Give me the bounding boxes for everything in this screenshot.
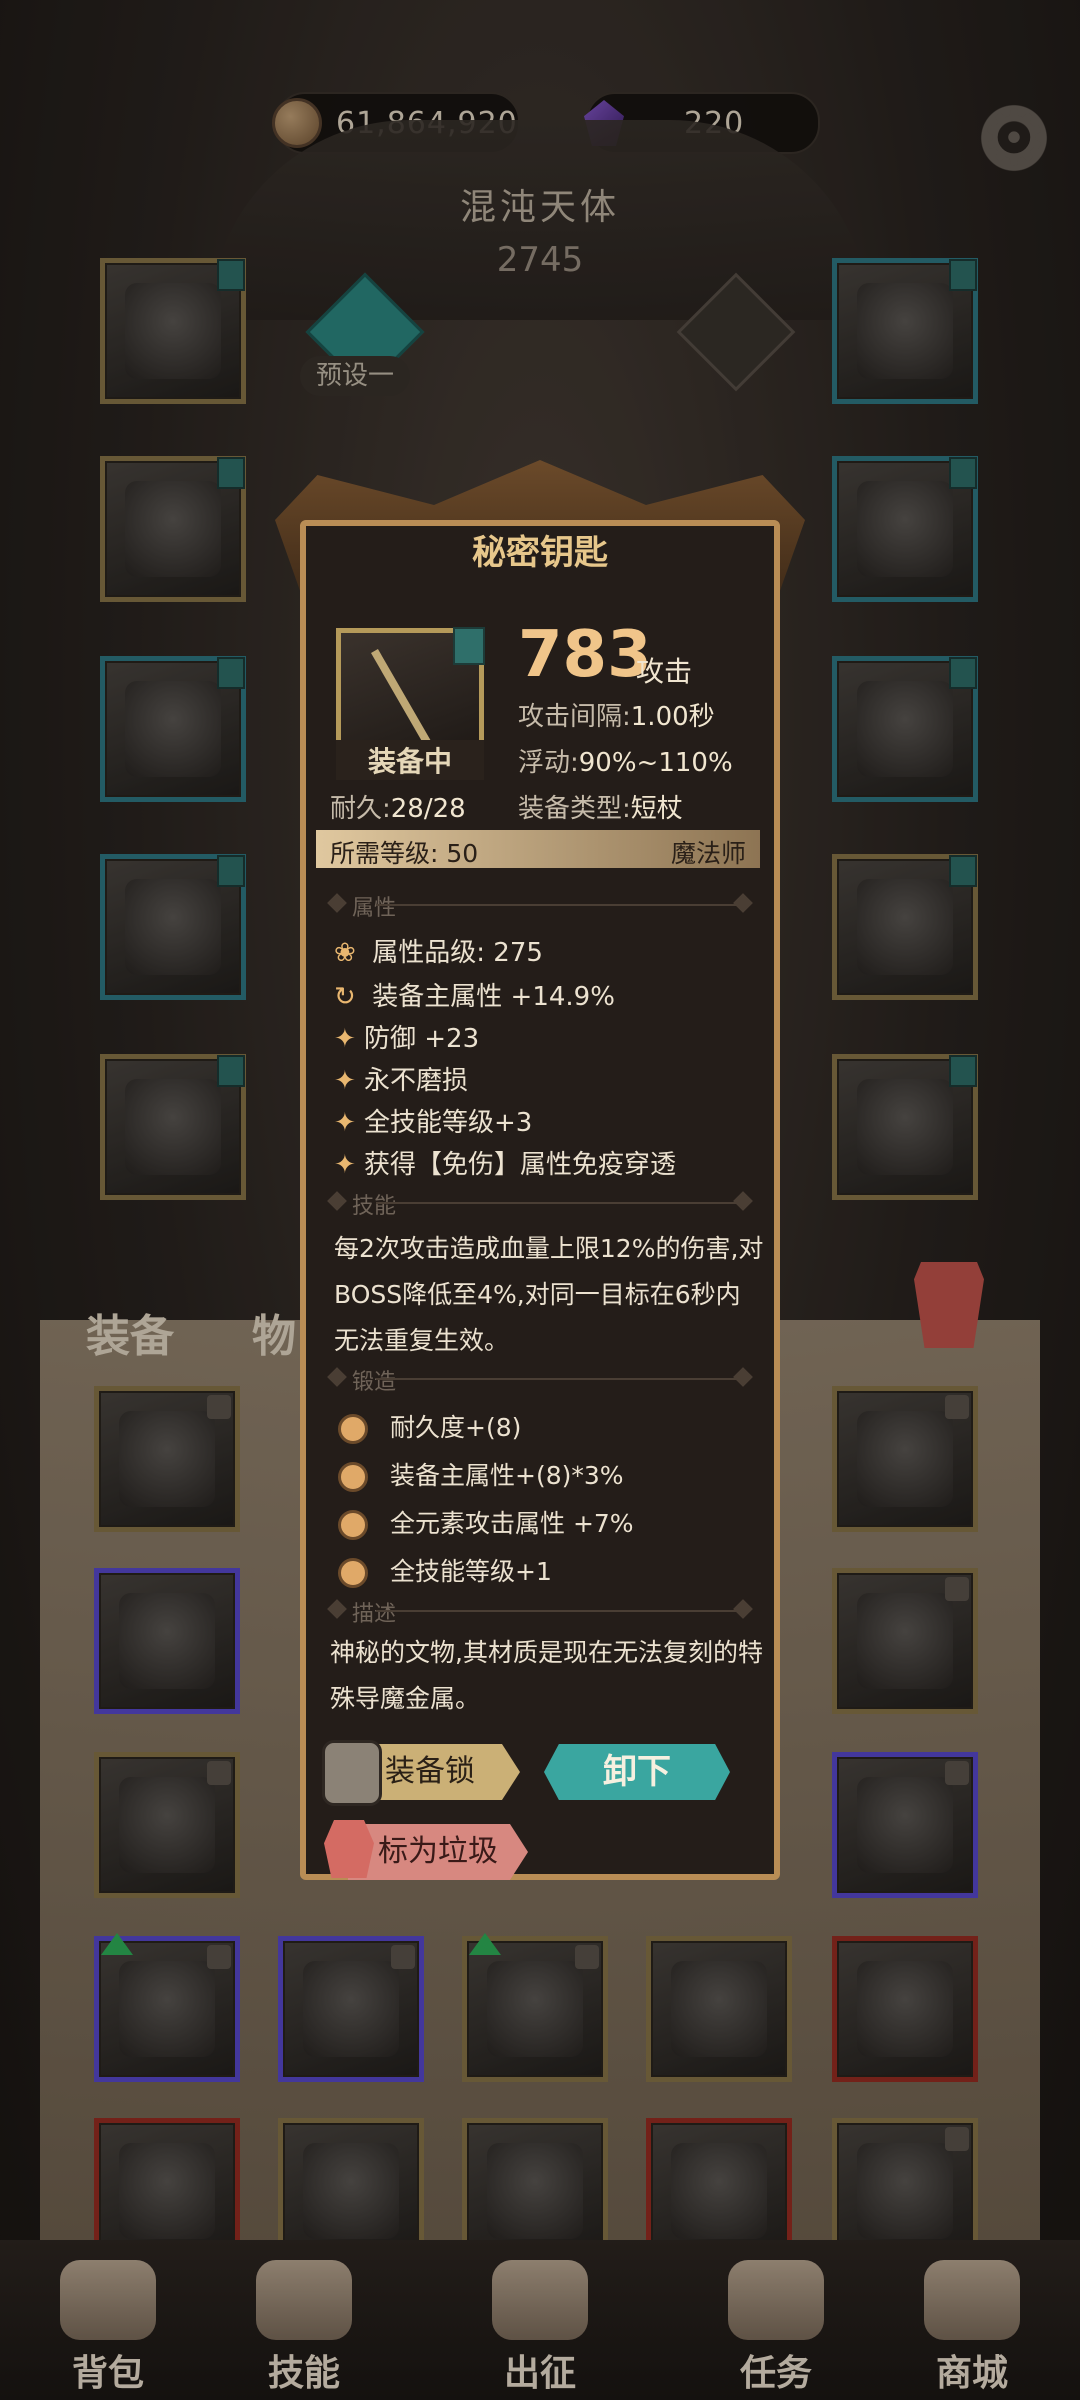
durability-label: 耐久: — [330, 794, 391, 824]
attack-interval-value: 1.00秒 — [630, 702, 715, 732]
section-label: 技能 — [352, 1194, 397, 1219]
orb-icon — [338, 1414, 368, 1444]
mark-as-junk-button[interactable]: 标为垃圾 — [348, 1824, 528, 1880]
divider — [376, 904, 736, 906]
diamond-icon — [327, 1599, 347, 1619]
diamond-icon — [733, 1191, 753, 1211]
forge-elemental-attack: 全元素攻击属性 +7% — [338, 1504, 634, 1540]
diamond-icon — [733, 893, 753, 913]
attribute-main-stat: ↻ 装备主属性 +14.9% — [334, 982, 615, 1012]
durability-value: 28/28 — [390, 794, 466, 824]
sparkle-icon: ✦ — [334, 1150, 356, 1180]
section-label: 描述 — [352, 1602, 397, 1627]
float-range: 浮动:90%~110% — [518, 742, 733, 779]
forge-main-stat: 装备主属性+(8)*3% — [338, 1456, 624, 1492]
sparkle-icon: ✦ — [334, 1024, 356, 1054]
section-skill: 技能 — [316, 1188, 760, 1219]
attribute-unbreakable: ✦ 永不磨损 — [334, 1066, 469, 1096]
skill-description: 每2次攻击造成血量上限12%的伤害,对BOSS降低至4%,对同一目标在6秒内无法… — [334, 1234, 764, 1355]
divider — [376, 1378, 736, 1380]
item-description: 神秘的文物,其材质是现在无法复刻的特殊导魔金属。 — [330, 1638, 763, 1713]
forge-durability: 耐久度+(8) — [338, 1408, 521, 1444]
junk-tag-icon — [324, 1820, 374, 1878]
section-attributes: 属性 — [316, 890, 760, 921]
diamond-icon — [327, 1367, 347, 1387]
divider — [376, 1610, 736, 1612]
attribute-immunity: ✦ 获得【免伤】属性免疫穿透 — [334, 1150, 677, 1180]
equipped-badge: 装备中 — [336, 740, 484, 780]
attribute-skill-level: ✦ 全技能等级+3 — [334, 1108, 533, 1138]
orb-icon — [338, 1558, 368, 1588]
attack-interval: 攻击间隔:1.00秒 — [518, 696, 715, 733]
equip-type-label: 装备类型: — [518, 794, 631, 824]
sparkle-icon: ✦ — [334, 1108, 356, 1138]
equip-type-value: 短杖 — [630, 794, 683, 824]
orb-icon — [338, 1510, 368, 1540]
attribute-grade: ❀ 属性品级: 275 — [334, 938, 543, 968]
section-forge: 锻造 — [316, 1364, 760, 1395]
diamond-icon — [733, 1367, 753, 1387]
attribute-defense: ✦ 防御 +23 — [334, 1024, 480, 1054]
diamond-icon — [327, 893, 347, 913]
section-description: 描述 — [316, 1596, 760, 1627]
attack-value: 783 — [518, 618, 652, 692]
cycle-icon: ↻ — [334, 982, 356, 1012]
section-label: 锻造 — [352, 1370, 397, 1395]
lotus-icon: ❀ — [334, 938, 356, 968]
attack-interval-label: 攻击间隔: — [518, 702, 631, 732]
float-label: 浮动: — [518, 748, 579, 778]
equip-type: 装备类型:短杖 — [518, 788, 683, 825]
attack-label: 攻击 — [636, 655, 693, 688]
orb-icon — [338, 1462, 368, 1492]
forge-skill-level: 全技能等级+1 — [338, 1552, 552, 1588]
item-name: 秘密钥匙 — [472, 533, 608, 573]
diamond-icon — [327, 1191, 347, 1211]
class-requirement: 魔法师 — [670, 839, 746, 868]
slot-tag-icon — [453, 627, 485, 665]
divider — [376, 1202, 736, 1204]
section-label: 属性 — [352, 896, 397, 921]
requirement-bar: 所需等级: 50 魔法师 — [316, 830, 760, 868]
float-value: 90%~110% — [578, 748, 733, 778]
unequip-button[interactable]: 卸下 — [544, 1744, 730, 1800]
diamond-icon — [733, 1599, 753, 1619]
durability: 耐久:28/28 — [330, 788, 466, 825]
required-level: 所需等级: 50 — [330, 839, 479, 868]
sparkle-icon: ✦ — [334, 1066, 356, 1096]
padlock-icon — [322, 1740, 382, 1806]
